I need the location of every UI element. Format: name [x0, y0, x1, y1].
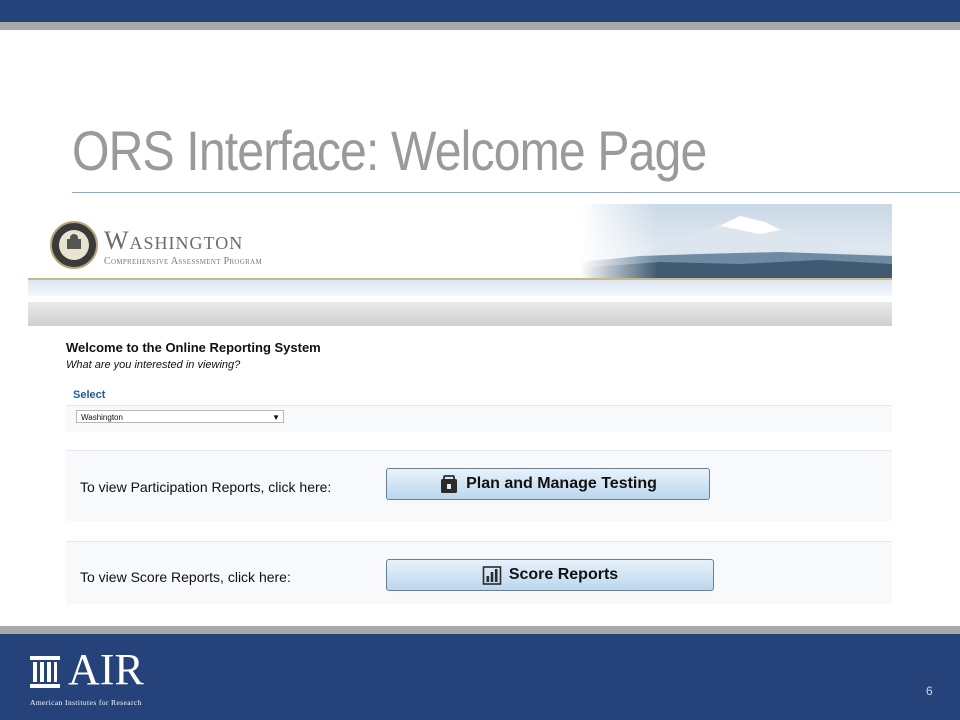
air-building-logo-icon	[30, 656, 60, 688]
welcome-question: What are you interested in viewing?	[66, 359, 241, 371]
score-panel: To view Score Reports, click here: Score…	[66, 541, 892, 604]
score-button-label: Score Reports	[508, 566, 619, 583]
chevron-down-icon: ▼	[272, 413, 280, 422]
welcome-heading: Welcome to the Online Reporting System	[66, 340, 321, 355]
banner-blue-band	[28, 280, 892, 296]
select-row: Washington ▼	[66, 405, 892, 432]
program-name: Comprehensive Assessment Program	[104, 256, 262, 267]
select-label: Select	[73, 389, 106, 401]
navigation-bar	[28, 302, 892, 326]
score-prompt: To view Score Reports, click here:	[80, 569, 291, 585]
plan-button-label: Plan and Manage Testing	[466, 475, 657, 492]
participation-panel: To view Participation Reports, click her…	[66, 450, 892, 521]
air-logo-text: AIR	[68, 645, 144, 694]
lock-folder-icon	[441, 475, 458, 493]
mountain-banner-image	[580, 204, 892, 278]
state-seal-icon	[50, 221, 98, 269]
slide-title: ORS Interface: Welcome Page	[72, 119, 707, 182]
footer-grey-stripe	[0, 626, 960, 634]
top-grey-stripe	[0, 22, 960, 30]
page-number: 6	[926, 684, 933, 698]
participation-prompt: To view Participation Reports, click her…	[80, 479, 332, 495]
score-reports-button[interactable]: Score Reports	[386, 559, 714, 591]
plan-and-manage-testing-button[interactable]: Plan and Manage Testing	[386, 468, 710, 500]
title-divider	[72, 192, 960, 193]
state-name: Washington	[104, 226, 244, 255]
bar-chart-icon	[482, 566, 502, 585]
ors-screenshot: Washington Comprehensive Assessment Prog…	[28, 204, 892, 604]
state-banner: Washington Comprehensive Assessment Prog…	[28, 204, 892, 278]
top-brand-bar	[0, 0, 960, 22]
air-logo-subtitle: American Institutes for Research	[30, 698, 142, 707]
footer-bar: AIR American Institutes for Research 6	[0, 634, 960, 720]
dropdown-selected-value: Washington	[81, 413, 123, 422]
state-select-dropdown[interactable]: Washington ▼	[76, 410, 284, 423]
